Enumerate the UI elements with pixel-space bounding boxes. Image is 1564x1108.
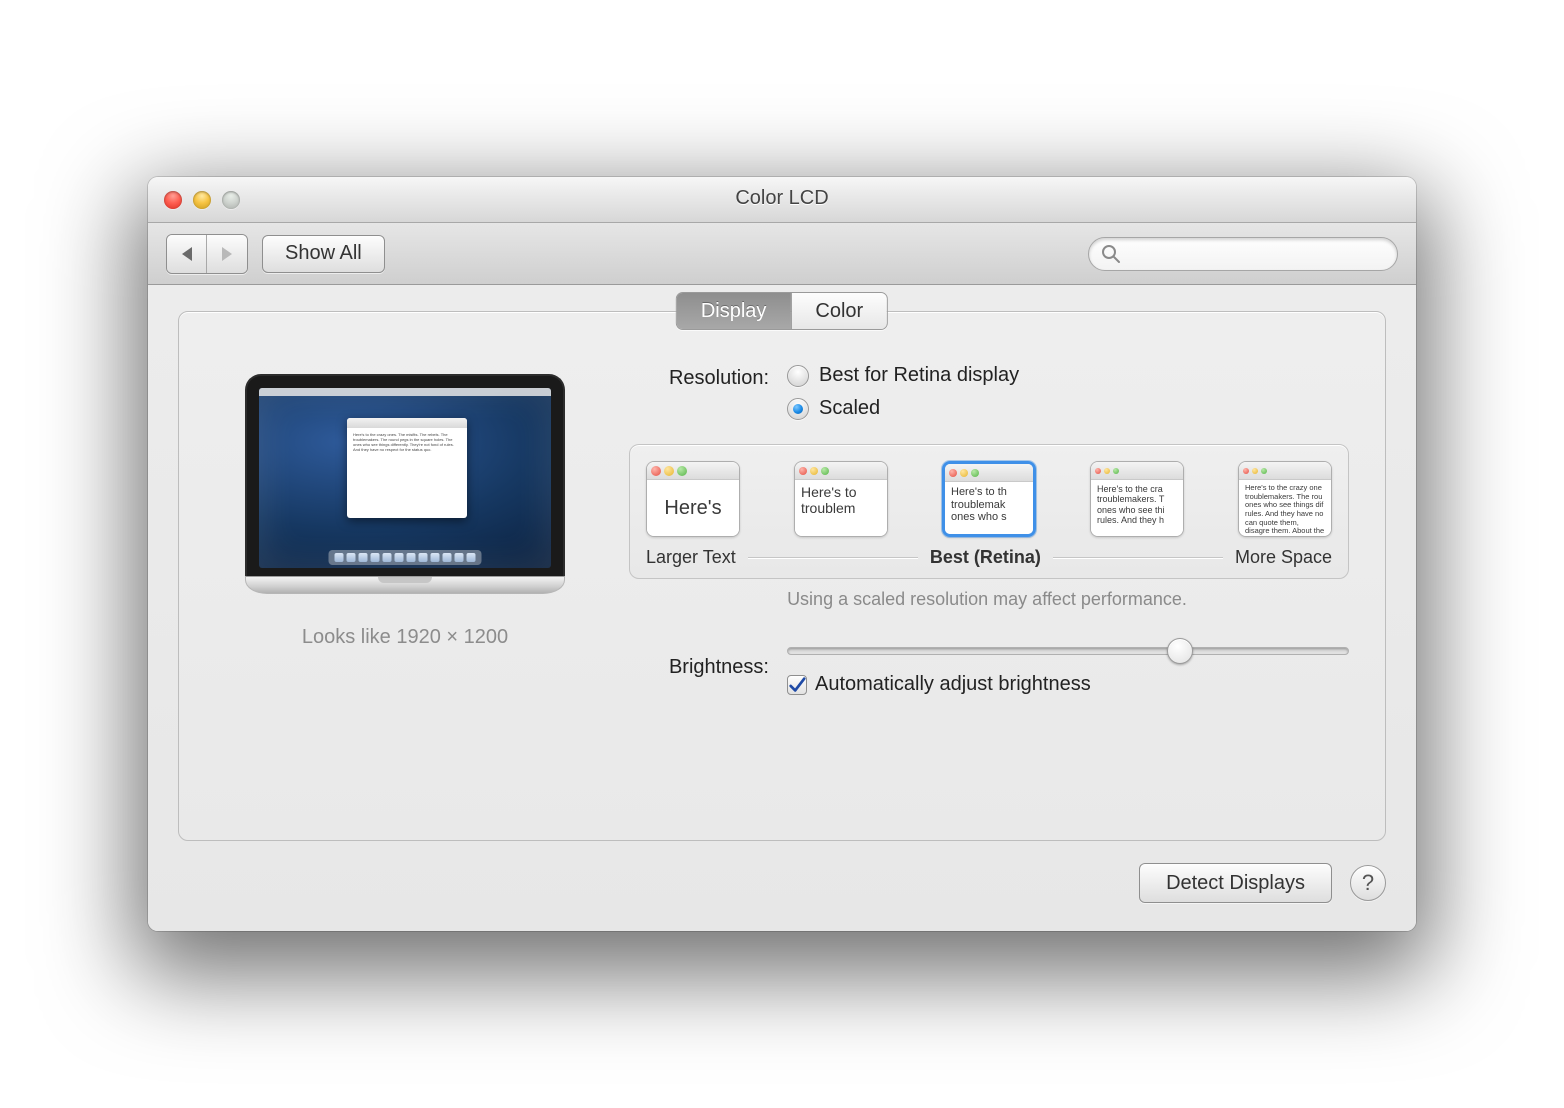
radio-scaled[interactable]: Scaled <box>787 397 1349 420</box>
zoom-icon[interactable] <box>222 191 240 209</box>
chevron-left-icon <box>182 247 192 261</box>
checkbox-icon <box>787 675 807 695</box>
back-button[interactable] <box>167 235 207 273</box>
radio-icon <box>787 398 809 420</box>
laptop-icon: Here's to the crazy ones. The misfits. T… <box>245 374 565 594</box>
close-icon[interactable] <box>164 191 182 209</box>
resolution-caption: Looks like 1920 × 1200 <box>302 626 508 649</box>
display-panel: Here's to the crazy ones. The misfits. T… <box>178 311 1386 841</box>
scale-caption-mid: Best (Retina) <box>930 547 1041 568</box>
performance-note: Using a scaled resolution may affect per… <box>625 589 1349 610</box>
display-preview: Here's to the crazy ones. The misfits. T… <box>215 364 595 816</box>
scaled-option-3[interactable]: Here's to th troublemak ones who s <box>942 461 1036 537</box>
tab-bar: Display Color <box>676 292 888 330</box>
display-settings: Resolution: Best for Retina display Scal… <box>625 364 1349 816</box>
auto-brightness-checkbox[interactable]: Automatically adjust brightness <box>787 673 1349 696</box>
scale-caption-right: More Space <box>1235 547 1332 568</box>
minimize-icon[interactable] <box>193 191 211 209</box>
auto-brightness-label: Automatically adjust brightness <box>815 673 1091 696</box>
scale-caption-left: Larger Text <box>646 547 736 568</box>
show-all-button[interactable]: Show All <box>262 235 385 273</box>
radio-best-for-retina[interactable]: Best for Retina display <box>787 364 1349 387</box>
radio-label: Best for Retina display <box>819 364 1019 387</box>
scaled-option-5[interactable]: Here's to the crazy one troublemakers. T… <box>1238 461 1332 537</box>
search-icon <box>1101 244 1121 264</box>
resolution-label: Resolution: <box>625 364 787 390</box>
radio-label: Scaled <box>819 397 880 420</box>
search-input[interactable] <box>1129 242 1385 265</box>
toolbar: Show All <box>148 223 1416 285</box>
scaled-resolution-picker: Here's Here's to troublem Here's to th t… <box>629 444 1349 579</box>
titlebar: Color LCD <box>148 177 1416 223</box>
search-field[interactable] <box>1088 237 1398 271</box>
brightness-slider[interactable] <box>787 647 1349 655</box>
detect-displays-button[interactable]: Detect Displays <box>1139 863 1332 903</box>
footer: Detect Displays ? <box>178 863 1386 903</box>
tab-display[interactable]: Display <box>677 293 792 329</box>
preferences-window: Color LCD Show All Display Color <box>148 177 1416 931</box>
window-controls <box>164 191 240 209</box>
brightness-label: Brightness: <box>625 653 787 679</box>
scaled-option-1[interactable]: Here's <box>646 461 740 537</box>
radio-icon <box>787 365 809 387</box>
scaled-option-2[interactable]: Here's to troublem <box>794 461 888 537</box>
content: Display Color Here's to the crazy ones. … <box>148 285 1416 931</box>
scaled-option-4[interactable]: Here's to the cra troublemakers. T ones … <box>1090 461 1184 537</box>
chevron-right-icon <box>222 247 232 261</box>
nav-back-forward <box>166 234 248 274</box>
slider-knob-icon[interactable] <box>1167 638 1193 664</box>
forward-button[interactable] <box>207 235 247 273</box>
window-title: Color LCD <box>148 187 1416 210</box>
tab-color[interactable]: Color <box>791 293 887 329</box>
help-button[interactable]: ? <box>1350 865 1386 901</box>
